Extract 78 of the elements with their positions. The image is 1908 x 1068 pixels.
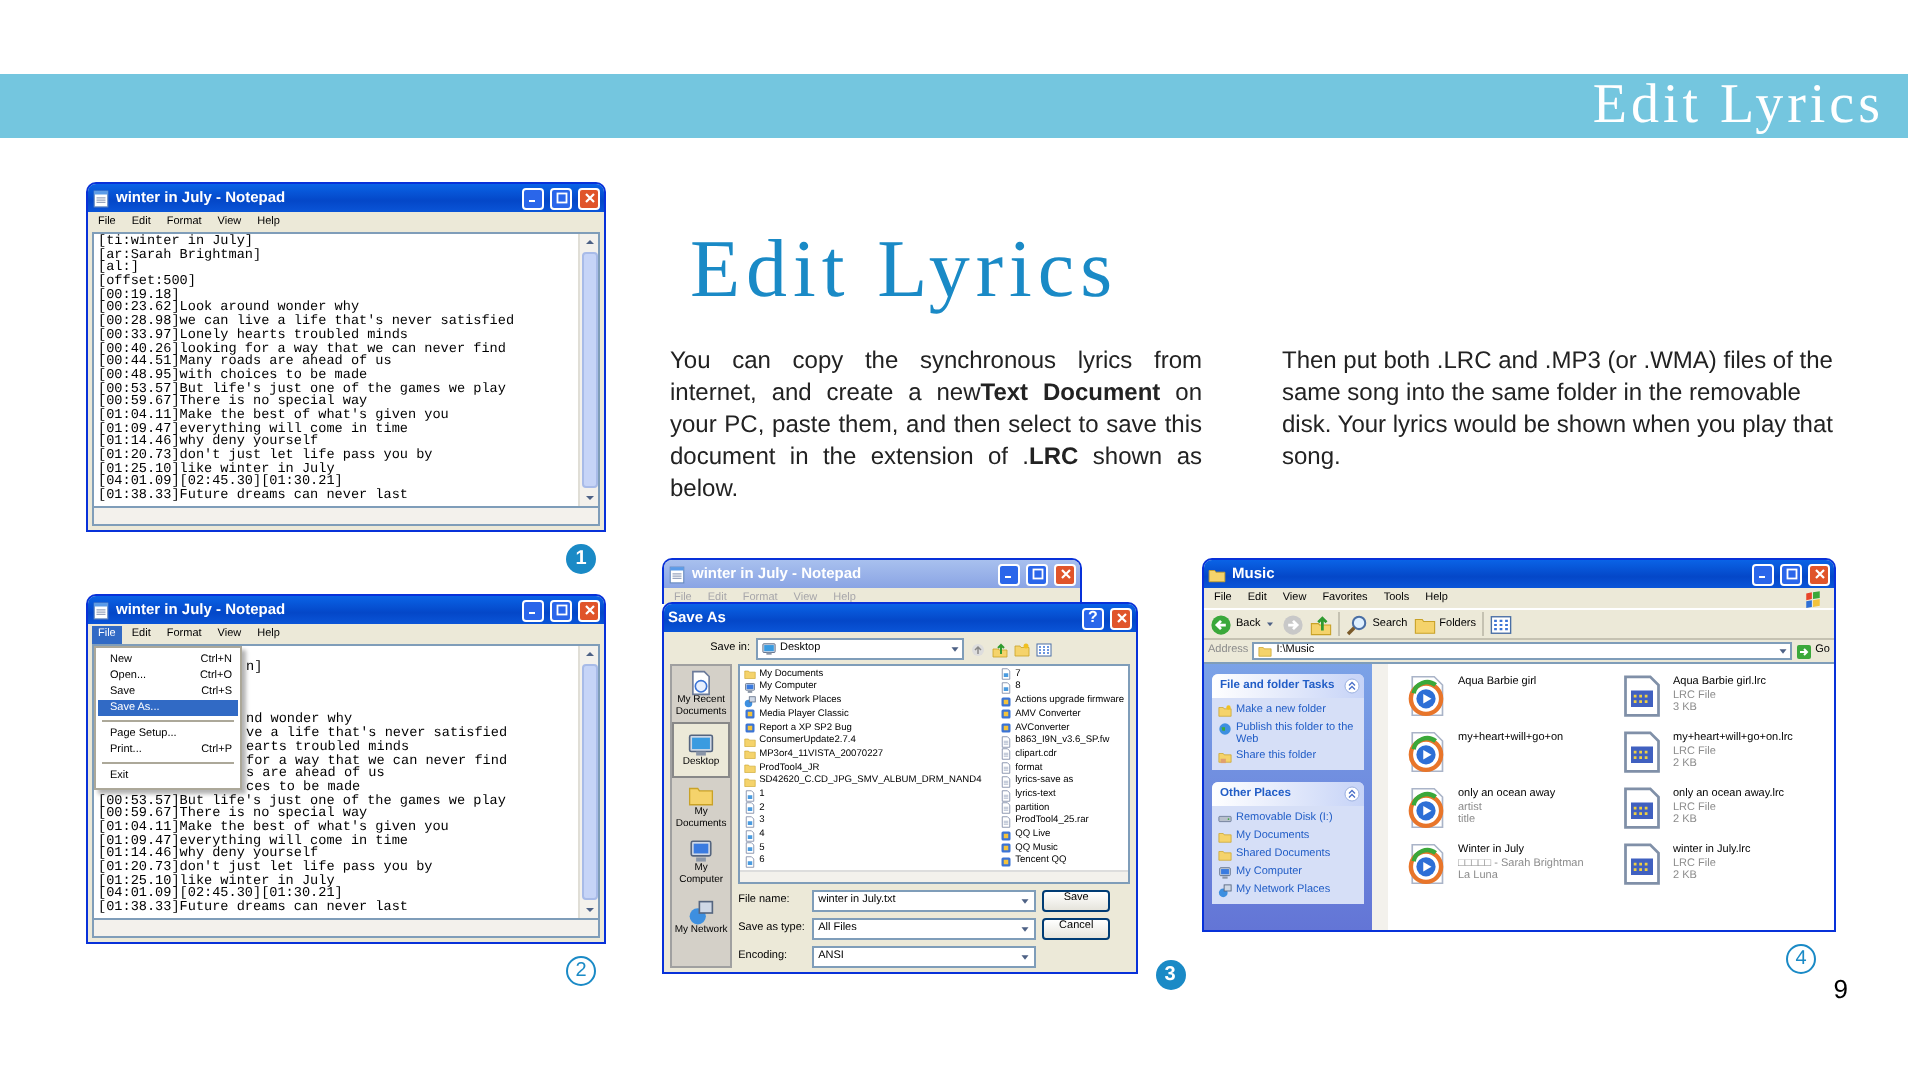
help-button[interactable]: ? (1082, 607, 1104, 629)
up-arrow-icon[interactable] (970, 641, 986, 657)
folder-icon (744, 668, 757, 681)
scrollbar-thumb[interactable] (581, 252, 597, 488)
maximize-icon (1029, 566, 1045, 582)
maximize-button[interactable] (1780, 563, 1802, 585)
grid-document-icon (1619, 674, 1663, 718)
page-title: Edit Lyrics (690, 220, 1119, 318)
network-icon (688, 899, 715, 926)
drive-icon (1218, 812, 1232, 826)
network-icon (1218, 884, 1232, 898)
back-icon (1210, 613, 1232, 635)
media-file-icon (1404, 842, 1448, 886)
maximize-icon (1783, 566, 1799, 582)
step-number: 4 (1786, 944, 1816, 974)
notepad-icon (668, 565, 686, 583)
step-number: 1 (566, 544, 596, 574)
step-number: 3 (1155, 960, 1185, 990)
media-file-icon (1404, 730, 1448, 774)
text-area[interactable] (92, 644, 600, 920)
desktop-icon (688, 731, 715, 758)
dropdown-arrow-icon (948, 642, 962, 656)
text-area[interactable] (92, 232, 600, 508)
new-folder-icon (1218, 704, 1232, 718)
maximize-button[interactable] (1026, 563, 1048, 585)
collapse-icon[interactable] (1344, 678, 1360, 694)
dropdown-arrow-icon (1264, 618, 1277, 630)
windows-flag-icon (1804, 589, 1822, 607)
minimize-button[interactable] (998, 563, 1020, 585)
maximize-button[interactable] (550, 187, 572, 209)
folder-icon (1413, 613, 1436, 635)
close-button[interactable] (578, 187, 600, 209)
page-number: 9 (1833, 976, 1848, 1004)
close-icon (1057, 566, 1073, 582)
up-folder-icon[interactable] (1310, 613, 1333, 635)
computer-icon (1218, 866, 1232, 880)
close-icon (1113, 610, 1129, 626)
views-icon[interactable] (1490, 613, 1513, 635)
computer-icon (744, 682, 757, 695)
close-button[interactable] (1110, 607, 1132, 629)
grid-document-icon (1619, 786, 1663, 830)
scrollbar-thumb[interactable] (581, 664, 597, 900)
grid-document-icon (1619, 730, 1663, 774)
media-file-icon (1404, 786, 1448, 830)
collapse-icon[interactable] (1344, 786, 1360, 802)
network-icon (744, 695, 757, 708)
close-icon (1811, 566, 1827, 582)
search-icon (1346, 613, 1369, 635)
maximize-button[interactable] (550, 599, 572, 621)
folder-icon (1258, 644, 1273, 658)
close-icon (581, 190, 597, 206)
close-button[interactable] (1808, 563, 1830, 585)
recent-documents-icon (688, 670, 715, 696)
minimize-button[interactable] (522, 187, 544, 209)
paragraph: Then put both .LRC and .MP3 (or .WMA) files of the same song into the same folder in the removable disk. Your lyrics would be shown when you play that song. (1282, 344, 1835, 472)
dropdown-arrow-icon (1775, 644, 1790, 658)
desktop-icon (762, 642, 776, 656)
globe-icon (1218, 722, 1232, 736)
folder-icon (1208, 565, 1226, 583)
close-button[interactable] (578, 599, 600, 621)
computer-icon (688, 838, 715, 864)
up-folder-icon[interactable] (992, 641, 1008, 657)
step-number: 2 (566, 956, 596, 986)
header-title: Edit Lyrics (1592, 78, 1884, 134)
shared-folder-icon (1218, 750, 1232, 764)
notepad-icon (92, 601, 110, 619)
maximize-icon (553, 190, 569, 206)
notepad-icon (92, 189, 110, 207)
grid-document-icon (1619, 842, 1663, 886)
minimize-button[interactable] (1752, 563, 1774, 585)
close-icon (581, 602, 597, 618)
minimize-button[interactable] (522, 599, 544, 621)
maximize-icon (553, 602, 569, 618)
media-file-icon (1404, 674, 1448, 718)
close-button[interactable] (1054, 563, 1076, 585)
folder-icon (688, 782, 715, 808)
paragraph: You can copy the synchronous lyrics from internet, and create a newText Document on your PC, paste them, and then select to save this document in the extension of .LRC shown as below. (670, 344, 1202, 504)
views-icon[interactable] (1036, 641, 1052, 657)
